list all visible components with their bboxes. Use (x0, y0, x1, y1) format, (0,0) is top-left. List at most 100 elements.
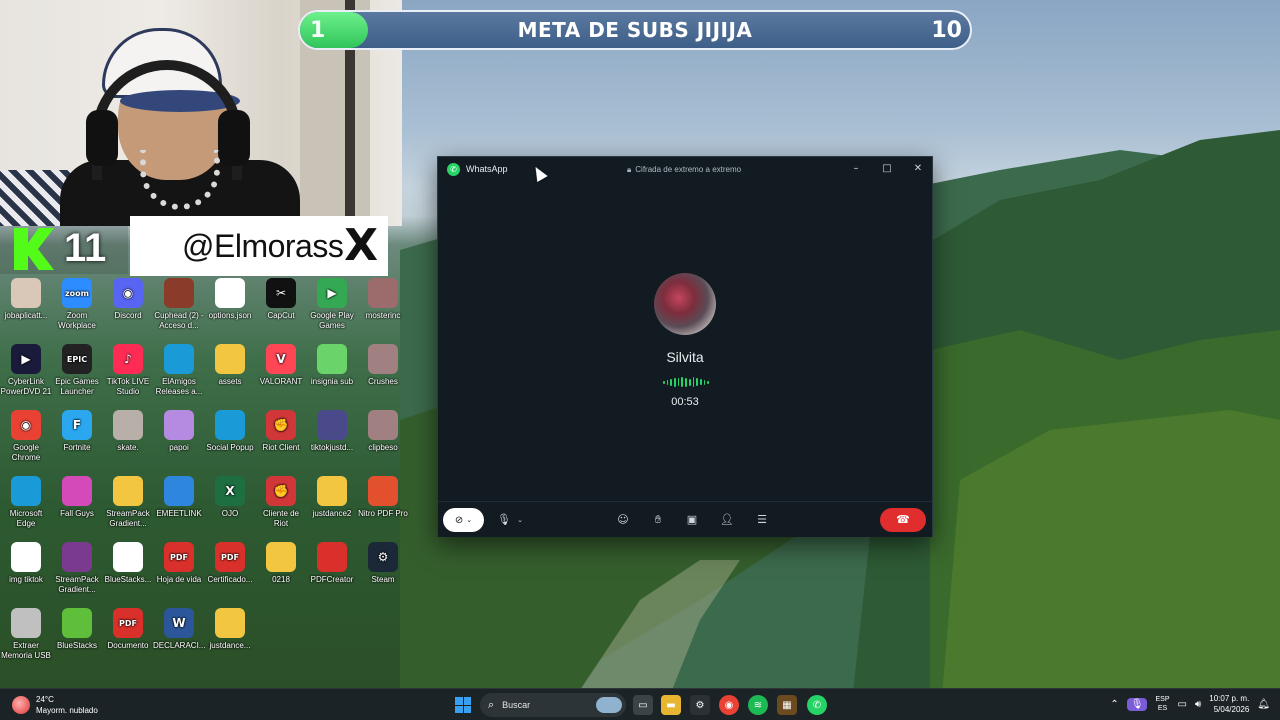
task-view-icon[interactable]: ▭ (633, 695, 653, 715)
desktop-icon[interactable]: clipbeso (357, 410, 409, 453)
end-call-button[interactable]: ☎︎ (880, 508, 926, 532)
more-options-button[interactable]: ☰ (752, 511, 772, 529)
desktop-icon[interactable]: PDF Documento (102, 608, 154, 651)
desktop-icon-label: StreamPack Gradient... (55, 575, 99, 594)
desktop-icon[interactable]: img tiktok (0, 542, 52, 585)
desktop-icon[interactable]: ▶ CyberLink PowerDVD 21 (0, 344, 52, 397)
clipbeso-icon (368, 410, 398, 440)
speaker-icon[interactable]: 🔊︎ (1195, 699, 1201, 710)
x-handle: @Elmorass (182, 227, 344, 264)
desktop-icon[interactable]: Social Popup (204, 410, 256, 453)
reactions-button[interactable]: ☺ (613, 511, 633, 529)
desktop-icon[interactable]: justdance... (204, 608, 256, 651)
pdfcreator-icon (317, 542, 347, 572)
desktop-icon[interactable]: tiktokjustd... (306, 410, 358, 453)
clock[interactable]: 10:07 p. m. 5/04/2026 (1209, 693, 1249, 715)
maximize-button[interactable]: □ (875, 161, 899, 177)
desktop-icon[interactable]: BlueStacks (51, 608, 103, 651)
desktop-icon-label: assets (218, 377, 242, 386)
desktop-icon[interactable]: StreamPack Gradient... (102, 476, 154, 529)
language-indicator[interactable]: ESP ES (1155, 695, 1169, 713)
desktop-icon[interactable]: Crushes (357, 344, 409, 387)
desktop-icon[interactable]: papoi (153, 410, 205, 453)
desktop-icon[interactable]: ✊ Cliente de Riot (255, 476, 307, 529)
desktop-icon[interactable]: PDF Hoja de vida (153, 542, 205, 585)
desktop-icon[interactable]: ElAmigos Releases a... (153, 344, 205, 397)
desktop-icon[interactable]: justdance2 (306, 476, 358, 519)
close-button[interactable]: ✕ (906, 161, 930, 177)
desktop-icon-label: Discord (114, 311, 142, 320)
network-icon[interactable]: ▭ (1178, 699, 1187, 710)
epic-games-icon: EPIC (62, 344, 92, 374)
minecraft-icon[interactable]: ▦ (777, 695, 797, 715)
desktop-icon-label: Extraer Memoria USB (1, 641, 51, 660)
desktop-icon[interactable]: W DECLARACI... (153, 608, 205, 651)
desktop-icon[interactable]: V VALORANT (255, 344, 307, 387)
chrome-icon[interactable]: ◉ (719, 695, 739, 715)
desktop-icon[interactable]: F Fortnite (51, 410, 103, 453)
papoi-icon (164, 410, 194, 440)
riot-client-icon: ✊ (266, 410, 296, 440)
desktop-icon[interactable]: X OJO (204, 476, 256, 519)
desktop-icon[interactable]: Nitro PDF Pro (357, 476, 409, 519)
file-icon (11, 542, 41, 572)
desktop-icon[interactable]: insignia sub (306, 344, 358, 387)
desktop-icon[interactable]: EMEETLINK (153, 476, 205, 519)
desktop-icon-label: CyberLink PowerDVD 21 (0, 377, 52, 396)
settings-icon[interactable]: ⚙ (690, 695, 710, 715)
cuphead-icon (164, 278, 194, 308)
tiktok-live-icon: ♪ (113, 344, 143, 374)
desktop-icon[interactable]: ✊ Riot Client (255, 410, 307, 453)
desktop-icon-label: justdance... (209, 641, 251, 650)
raise-hand-button[interactable]: ✋︎ (648, 511, 668, 529)
file-explorer-icon[interactable]: ▬ (661, 695, 681, 715)
desktop-icon-label: insignia sub (310, 377, 354, 386)
desktop-icon[interactable]: mosterinc (357, 278, 409, 321)
insignia-icon (317, 344, 347, 374)
desktop-icon-label: Epic Games Launcher (55, 377, 99, 396)
microphone-in-use-icon[interactable]: 🎙︎ (1126, 697, 1148, 711)
whatsapp-call-window[interactable]: ✆ WhatsApp 🔒︎ Cifrada de extremo a extrem… (437, 156, 933, 537)
desktop-icon[interactable]: Fall Guys (51, 476, 103, 519)
spotify-icon[interactable]: ≋ (748, 695, 768, 715)
encryption-notice: 🔒︎ Cifrada de extremo a extremo (627, 165, 741, 175)
desktop-icon[interactable]: PDFCreator (306, 542, 358, 585)
desktop-icon[interactable]: EPIC Epic Games Launcher (51, 344, 103, 397)
desktop-icon[interactable]: Cuphead (2) - Acceso d... (153, 278, 205, 331)
desktop-icon[interactable]: Extraer Memoria USB (0, 608, 52, 661)
call-timer: 00:53 (671, 396, 699, 408)
desktop-icon[interactable]: BlueStacks... (102, 542, 154, 585)
desktop-icon[interactable]: assets (204, 344, 256, 387)
notifications-bell-icon[interactable]: 🔔︎ (1257, 699, 1270, 710)
desktop-icon[interactable]: ◉ Google Chrome (0, 410, 52, 463)
start-button[interactable] (455, 697, 471, 713)
camera-off-button[interactable]: ⊘ ⌄ (443, 508, 484, 532)
desktop-icon[interactable]: 0218 (255, 542, 307, 585)
desktop-icon-label: BlueStacks... (104, 575, 152, 584)
desktop-icon[interactable]: ⚙ Steam (357, 542, 409, 585)
microphone-options-chevron-icon[interactable]: ⌄ (510, 511, 530, 529)
desktop-icon[interactable]: ▶ Google Play Games (306, 278, 358, 331)
window-titlebar[interactable]: ✆ WhatsApp 🔒︎ Cifrada de extremo a extrem… (438, 157, 932, 183)
tray-overflow-chevron-icon[interactable]: ⌃ (1110, 699, 1118, 710)
desktop-icon[interactable]: jobaplicatt... (0, 278, 52, 321)
desktop-icon[interactable]: Microsoft Edge (0, 476, 52, 529)
desktop-icon[interactable]: options.json (204, 278, 256, 321)
desktop-icon[interactable]: ◉ Discord (102, 278, 154, 321)
whatsapp-taskbar-icon[interactable]: ✆ (807, 695, 827, 715)
weather-widget[interactable]: 24°C Mayorm. nublado (12, 694, 98, 716)
desktop-icon[interactable]: skate. (102, 410, 154, 453)
screen-share-button[interactable]: ▣ (682, 511, 702, 529)
desktop-icon-label: Certificado... (207, 575, 253, 584)
file-icon (215, 278, 245, 308)
minimize-button[interactable]: – (844, 161, 868, 177)
desktop-icon[interactable]: StreamPack Gradient... (51, 542, 103, 595)
search-icon: ⌕ (488, 698, 495, 711)
desktop-icon[interactable]: ♪ TikTok LIVE Studio (102, 344, 154, 397)
add-participant-button[interactable]: 👤︎ (717, 511, 737, 529)
desktop-icon-label: clipbeso (368, 443, 398, 452)
desktop-icon[interactable]: ✂ CapCut (255, 278, 307, 321)
desktop-icon[interactable]: PDF Certificado... (204, 542, 256, 585)
desktop-icon[interactable]: zoom Zoom Workplace (51, 278, 103, 331)
steam-icon: ⚙ (368, 542, 398, 572)
